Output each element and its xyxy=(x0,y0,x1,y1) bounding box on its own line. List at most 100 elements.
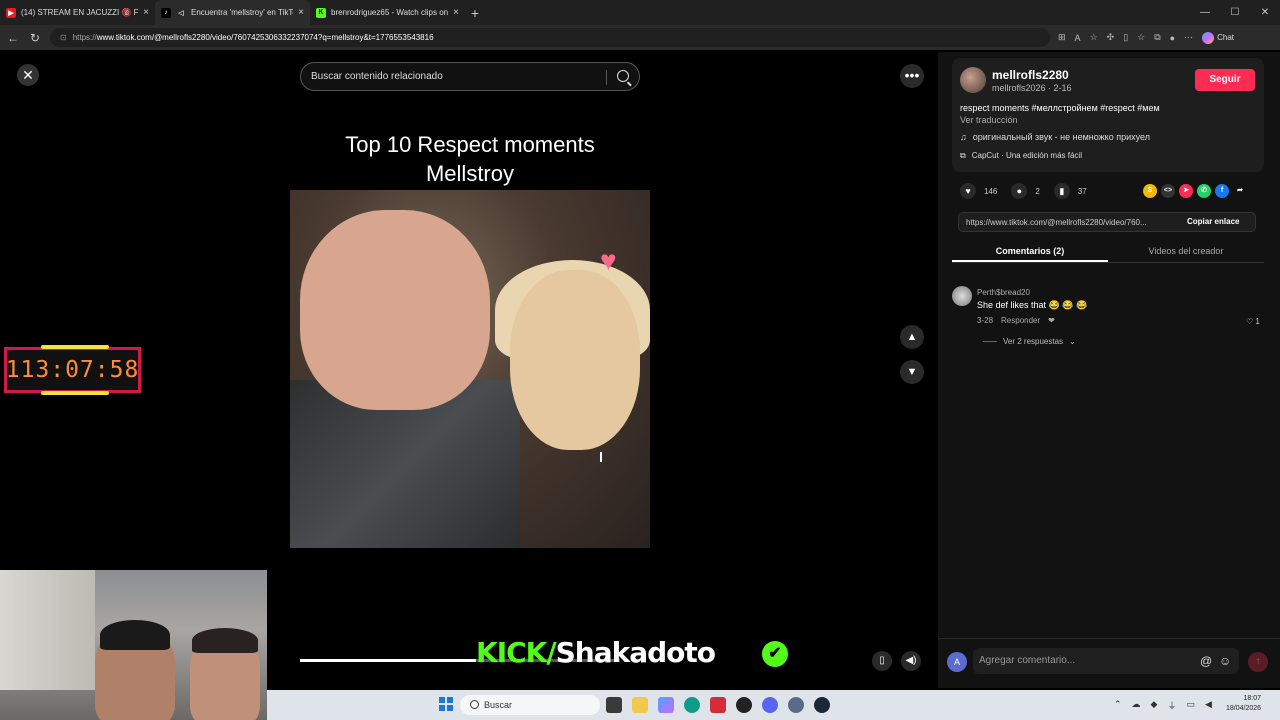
comment-count: 2 xyxy=(1035,186,1040,196)
creator-liked-icon: ❤ xyxy=(1048,316,1055,325)
music-row[interactable]: ♫ оригинальный звук - не немножко прихуел xyxy=(960,132,1150,142)
clock-date: 18/04/2026 xyxy=(1226,705,1262,712)
site-info-icon[interactable]: ⊡ xyxy=(60,33,67,42)
tab-tiktok[interactable]: ♪ ◁ Encuentra 'mellstroy' en TikTok × xyxy=(155,0,310,25)
comment-like[interactable]: ♡ 1 xyxy=(1246,317,1260,326)
reply-button[interactable]: Responder xyxy=(1001,316,1040,325)
url-field[interactable]: ⊡ https://www.tiktok.com/@mellrofls2280/… xyxy=(50,28,1050,47)
settings-icon[interactable] xyxy=(788,697,804,713)
start-button[interactable] xyxy=(439,697,453,711)
app-tray-icon[interactable]: ◆ xyxy=(1151,699,1158,712)
send-comment-button[interactable]: ↑ xyxy=(1248,652,1268,672)
woman-face-shape xyxy=(510,270,640,450)
guest-hair xyxy=(192,628,258,653)
favorite-star-icon[interactable]: ☆ xyxy=(1090,32,1098,43)
new-tab-button[interactable]: + xyxy=(465,5,485,21)
view-replies-label: Ver 2 respuestas xyxy=(1003,337,1064,346)
channel-name: Shakadoto xyxy=(555,636,716,669)
like-count: 146 xyxy=(984,186,998,196)
tab-creator-videos[interactable]: Videos del creador xyxy=(1108,243,1264,262)
obs-icon[interactable] xyxy=(736,697,752,713)
taskbar-clock[interactable]: 18:07 18/04/2026 xyxy=(1226,694,1261,714)
edge-icon[interactable] xyxy=(684,697,700,713)
system-tray: ⌃ ☁ ◆ ⏚ ▭ ◀ xyxy=(1114,699,1212,712)
onedrive-icon[interactable]: ☁ xyxy=(1132,699,1141,712)
my-avatar[interactable]: A xyxy=(947,652,967,672)
split-screen-icon[interactable]: ▯ xyxy=(1123,32,1128,43)
more-menu-icon[interactable]: ⋯ xyxy=(1184,32,1193,43)
tab-youtube[interactable]: ▶ (14) STREAM EN JACUZZI 🔞 FULL × xyxy=(0,0,155,25)
back-button[interactable]: ← xyxy=(6,31,20,45)
extensions-icon[interactable]: ✣ xyxy=(1107,32,1115,43)
author-username[interactable]: mellrofls2280 xyxy=(992,68,1069,82)
engagement-actions: ♥ 146 ● 2 ▮ 37 xyxy=(960,183,1087,199)
wps-icon[interactable] xyxy=(710,697,726,713)
maximize-button[interactable]: ☐ xyxy=(1220,0,1250,25)
like-icon[interactable]: ♥ xyxy=(960,183,976,199)
emoji-icon[interactable]: ☺ xyxy=(1219,654,1231,668)
previous-video-button[interactable]: ▲ xyxy=(900,325,924,349)
comment-date: 3-28 xyxy=(977,316,994,325)
see-translation-link[interactable]: Ver traducción xyxy=(960,115,1018,125)
taskbar-search[interactable]: Buscar xyxy=(460,695,600,715)
apps-icon[interactable]: ⊞ xyxy=(1058,32,1066,43)
author-avatar[interactable] xyxy=(960,67,986,93)
translate-icon[interactable]: A xyxy=(1075,33,1081,43)
comment-text: She def likes that 😂 😂 😂 xyxy=(977,300,1088,310)
discord-icon[interactable] xyxy=(762,697,778,713)
tab-comments[interactable]: Comentarios (2) xyxy=(952,243,1108,262)
close-tab-icon[interactable]: × xyxy=(453,7,459,18)
collections-icon[interactable]: ⧉ xyxy=(1154,32,1160,43)
reload-button[interactable]: ↻ xyxy=(28,31,42,45)
capcut-row[interactable]: ⧉ CapCut · Una edición más fácil xyxy=(960,151,1082,161)
comment-icon[interactable]: ● xyxy=(1011,183,1028,199)
volume-button[interactable]: ◀) xyxy=(901,651,921,671)
coin-icon[interactable]: $ xyxy=(1143,184,1157,198)
heart-icon: ♥ xyxy=(600,245,617,276)
close-video-button[interactable]: ✕ xyxy=(17,64,39,86)
url-text: https://www.tiktok.com/@mellrofls2280/vi… xyxy=(72,33,434,42)
more-options-button[interactable]: ••• xyxy=(900,64,924,88)
related-search-input[interactable]: Buscar contenido relacionado xyxy=(300,62,640,91)
copilot-app-icon[interactable] xyxy=(658,697,674,713)
bookmark-icon[interactable]: ▮ xyxy=(1053,183,1070,199)
follow-button[interactable]: Seguir xyxy=(1195,69,1255,91)
miniplayer-button[interactable]: ▯ xyxy=(872,651,892,671)
comment-avatar[interactable] xyxy=(952,286,972,306)
capcut-icon: ⧉ xyxy=(960,151,966,160)
comment-username[interactable]: Perth$bread20 xyxy=(977,288,1030,297)
favorites-icon[interactable]: ☆ xyxy=(1137,32,1145,43)
window-controls: — ☐ ✕ xyxy=(1190,0,1280,25)
share-arrow-icon[interactable]: ➦ xyxy=(1233,184,1247,198)
profile-icon[interactable]: ● xyxy=(1170,33,1175,43)
search-icon[interactable] xyxy=(617,70,629,82)
send-icon[interactable]: ➤ xyxy=(1179,184,1193,198)
tab-kick[interactable]: K brenrodriguez65 - Watch clips on × xyxy=(310,0,465,25)
network-icon[interactable]: ▭ xyxy=(1186,699,1195,712)
copy-link-button[interactable]: Copiar enlace xyxy=(1187,217,1239,226)
mention-icon[interactable]: @ xyxy=(1200,654,1212,668)
share-buttons: $ <> ➤ ✆ f ➦ xyxy=(1143,184,1247,198)
view-replies-button[interactable]: Ver 2 respuestas ⌄ xyxy=(983,337,1076,346)
kick-label: KICK/ xyxy=(476,636,557,669)
webcam-window-background xyxy=(0,570,95,690)
next-video-button[interactable]: ▼ xyxy=(900,360,924,384)
video-title-line1: Top 10 Respect moments xyxy=(345,132,595,157)
close-window-button[interactable]: ✕ xyxy=(1250,0,1280,25)
whatsapp-icon[interactable]: ✆ xyxy=(1197,184,1211,198)
volume-icon[interactable]: ◀ xyxy=(1205,699,1212,712)
file-explorer-icon[interactable] xyxy=(632,697,648,713)
speaker-icon[interactable]: ◁ xyxy=(176,8,186,18)
chat-button[interactable]: Chat xyxy=(1202,31,1234,44)
close-tab-icon[interactable]: × xyxy=(298,7,304,18)
usb-icon[interactable]: ⏚ xyxy=(1167,699,1176,712)
embed-icon[interactable]: <> xyxy=(1161,184,1175,198)
chevron-up-icon[interactable]: ⌃ xyxy=(1114,699,1122,712)
facebook-icon[interactable]: f xyxy=(1215,184,1229,198)
address-icons: ⊞ A ☆ ✣ ▯ ☆ ⧉ ● ⋯ Chat xyxy=(1058,31,1234,44)
task-view-icon[interactable] xyxy=(606,697,622,713)
comment-like-count: 1 xyxy=(1255,317,1260,326)
close-tab-icon[interactable]: × xyxy=(143,7,149,18)
steam-icon[interactable] xyxy=(814,697,830,713)
minimize-button[interactable]: — xyxy=(1190,0,1220,25)
